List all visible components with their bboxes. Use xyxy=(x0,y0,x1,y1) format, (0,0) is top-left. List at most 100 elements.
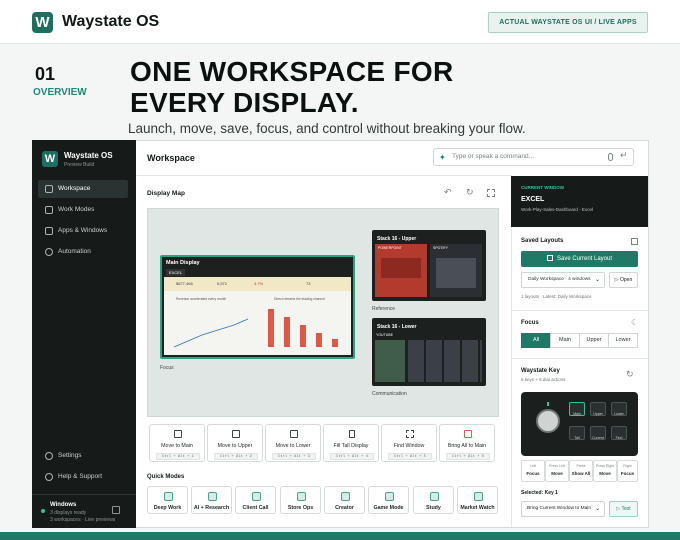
sidebar-item-apps-windows[interactable]: Apps & Windows xyxy=(38,222,128,240)
upper-display-monitor[interactable]: Stack 16 - Upper POWERPOINT SPOTIFY xyxy=(372,230,486,301)
fit-icon[interactable] xyxy=(487,189,495,197)
move-to-upper-button[interactable]: Move to Upper Ctrl + Alt + 2 xyxy=(207,424,263,462)
window-icon[interactable] xyxy=(112,506,120,514)
sidebar-item-label: Help & Support xyxy=(58,473,103,480)
action-label: Find Window xyxy=(393,443,425,449)
focus-tab-main[interactable]: Main xyxy=(550,333,580,348)
command-placeholder: Type or speak a command... xyxy=(452,153,535,160)
key-current[interactable]: Current xyxy=(590,426,606,440)
dial-action-right[interactable]: Right Focus xyxy=(617,460,638,482)
powerpoint-window[interactable]: POWERPOINT xyxy=(375,244,427,297)
current-window-file: Work-Play-Sales-Dashboard - Excel xyxy=(521,207,593,212)
mode-market-watch[interactable]: Market Watch xyxy=(457,486,498,514)
undo-icon[interactable]: ↶ xyxy=(444,187,452,198)
kpi-count: 73 xyxy=(306,281,311,286)
focus-tab-lower[interactable]: Lower xyxy=(608,333,638,348)
kpi-rate: 4.7% xyxy=(254,281,264,286)
main-display-monitor[interactable]: Main Display EXCEL $877,466 6,572 4.7% 7… xyxy=(160,255,355,359)
video-player[interactable] xyxy=(375,340,405,382)
excel-window[interactable]: $877,466 6,572 4.7% 73 Revenue accelerat… xyxy=(164,277,351,355)
open-layout-button[interactable]: ▷ Open xyxy=(609,272,638,288)
panel-divider xyxy=(511,358,648,359)
lower-display-role: Communication xyxy=(372,391,407,397)
chart-title-2: Direct remains the leading channel xyxy=(274,297,325,301)
shortcut: Ctrl + Alt + 2 xyxy=(214,453,258,460)
dial-indicator xyxy=(547,402,549,406)
sidebar-item-help[interactable]: Help & Support xyxy=(38,468,128,486)
test-label: Test xyxy=(621,506,631,512)
dial-value: Move xyxy=(599,471,611,476)
display-status: 3 displays ready xyxy=(50,510,87,516)
focus-tab-upper[interactable]: Upper xyxy=(579,333,609,348)
waystate-key-title: Waystate Key xyxy=(521,368,560,374)
kpi-orders: 6,572 xyxy=(217,281,228,286)
phone-icon xyxy=(349,430,355,438)
key-upper[interactable]: Upper xyxy=(590,402,606,416)
dial-label: Right xyxy=(623,464,632,468)
focus-tab-all[interactable]: All xyxy=(521,333,551,348)
brand-title: Waystate OS xyxy=(62,13,160,30)
monitor-title: Stack 16 - Lower xyxy=(377,324,417,330)
key-lower[interactable]: Lower xyxy=(611,402,627,416)
current-window-app: EXCEL xyxy=(521,196,545,203)
refresh-icon[interactable]: ↻ xyxy=(466,187,474,198)
channel-bar xyxy=(316,333,322,347)
mode-game[interactable]: Game Mode xyxy=(368,486,409,514)
key-find[interactable]: Find xyxy=(611,426,627,440)
lower-display-monitor[interactable]: Stack 16 - Lower YOUTUBE xyxy=(372,318,486,386)
chevron-down-icon: ⌄ xyxy=(594,277,600,283)
chevron-down-icon: ⌄ xyxy=(594,506,600,512)
upper-display-role: Reference xyxy=(372,306,396,312)
excel-charts xyxy=(173,309,338,348)
refresh-icon[interactable]: ↻ xyxy=(626,369,634,380)
find-window-button[interactable]: Find Window Ctrl + Alt + 5 xyxy=(381,424,437,462)
shortcut: Ctrl + Alt + 4 xyxy=(330,453,374,460)
save-current-layout-button[interactable]: Save Current Layout xyxy=(521,251,638,267)
display-map-title: Display Map xyxy=(147,190,185,197)
action-label: Bring All to Main xyxy=(447,443,487,449)
move-to-main-button[interactable]: Move to Main Ctrl + Alt + 1 xyxy=(149,424,205,462)
dial-action-press-right[interactable]: Press Right Move xyxy=(593,460,617,482)
moon-icon[interactable]: ☾ xyxy=(631,318,638,327)
sidebar-item-label: Apps & Windows xyxy=(58,227,108,234)
help-icon xyxy=(45,473,53,481)
mode-client-call[interactable]: Client Call xyxy=(235,486,276,514)
dial-action-press-left[interactable]: Press Left Move xyxy=(545,460,569,482)
sidebar-item-workspace[interactable]: Workspace xyxy=(38,180,128,198)
sidebar-item-automation[interactable]: Automation xyxy=(38,243,128,261)
key-main[interactable]: Main xyxy=(569,402,585,416)
main-display-role: Focus xyxy=(160,365,174,371)
channel-bar xyxy=(284,317,290,347)
mode-store-ops[interactable]: Store Ops xyxy=(280,486,321,514)
layout-select[interactable]: Daily Workspace · 4 windows ⌄ xyxy=(521,272,605,288)
bring-all-to-main-button[interactable]: Bring All to Main Ctrl + Alt + 0 xyxy=(439,424,495,462)
saved-layouts-title: Saved Layouts xyxy=(521,238,564,244)
link-icon xyxy=(45,248,53,256)
dial-action-press[interactable]: Press Show All xyxy=(569,460,593,482)
sidebar-subtitle: Preview Build xyxy=(64,162,95,168)
mic-icon[interactable] xyxy=(608,153,613,161)
dial-knob[interactable] xyxy=(536,409,560,433)
gamepad-icon xyxy=(385,492,394,501)
key-tall[interactable]: Tall xyxy=(569,426,585,440)
headline: ONE WORKSPACE FOR EVERY DISPLAY. xyxy=(130,56,454,118)
mode-study[interactable]: Study xyxy=(413,486,454,514)
mode-creator[interactable]: Creator xyxy=(324,486,365,514)
enter-icon[interactable]: ↵ xyxy=(620,150,628,161)
dial-action-left[interactable]: Left Focus xyxy=(521,460,545,482)
mode-deep-work[interactable]: Deep Work xyxy=(147,486,188,514)
channel-bar xyxy=(300,325,306,347)
grid-icon xyxy=(45,206,53,214)
sidebar-item-work-modes[interactable]: Work Modes xyxy=(38,201,128,219)
fill-tall-display-button[interactable]: Fill Tall Display Ctrl + Alt + 4 xyxy=(323,424,379,462)
command-input[interactable]: ✦ Type or speak a command... ↵ xyxy=(433,148,634,166)
test-key-button[interactable]: ▷ Test xyxy=(609,501,638,517)
sidebar-item-settings[interactable]: Settings xyxy=(38,447,128,465)
move-to-lower-button[interactable]: Move to Lower Ctrl + Alt + 3 xyxy=(265,424,321,462)
spotify-window[interactable]: SPOTIFY xyxy=(430,244,482,297)
mode-ai-research[interactable]: AI + Research xyxy=(191,486,232,514)
sidebar-title: Waystate OS xyxy=(64,151,113,160)
os-name: Windows xyxy=(50,502,77,508)
key-action-select[interactable]: Bring Current Window to Main ⌄ xyxy=(521,501,605,517)
layouts-grid-icon[interactable] xyxy=(631,238,638,245)
